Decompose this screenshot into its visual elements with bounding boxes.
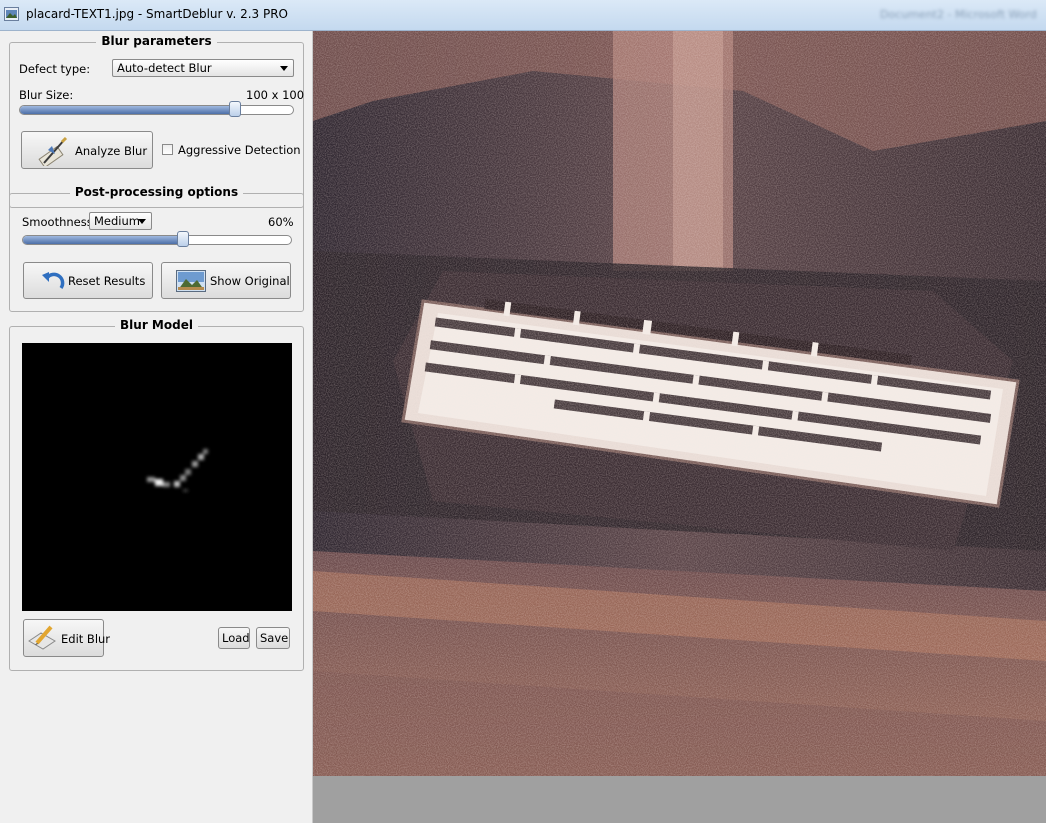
window-title: placard-TEXT1.jpg - SmartDeblur v. 2.3 P… xyxy=(26,7,288,21)
save-label: Save xyxy=(260,631,289,645)
landscape-image-icon xyxy=(176,270,206,292)
aggressive-detection-checkbox[interactable] xyxy=(162,144,173,155)
defect-type-label: Defect type: xyxy=(19,62,91,76)
title-bar: placard-TEXT1.jpg - SmartDeblur v. 2.3 P… xyxy=(0,0,1046,31)
smoothness-percent: 60% xyxy=(268,215,294,229)
undo-arrow-icon xyxy=(42,272,65,290)
blur-size-thumb[interactable] xyxy=(229,101,241,117)
show-original-button[interactable]: Show Original xyxy=(161,262,291,299)
control-panel: Blur parameters Defect type: Auto-detect… xyxy=(0,31,313,823)
app-icon xyxy=(4,7,19,21)
load-label: Load xyxy=(222,631,250,645)
blur-size-value: 100 x 100 xyxy=(246,88,305,102)
post-processing-heading: Post-processing options xyxy=(69,185,244,199)
blur-size-label: Blur Size: xyxy=(19,88,74,102)
image-viewport[interactable] xyxy=(313,31,1046,823)
blur-kernel-image xyxy=(147,449,208,492)
reset-results-button[interactable]: Reset Results xyxy=(23,262,153,299)
load-button[interactable]: Load xyxy=(218,627,250,649)
smoothness-fill xyxy=(23,236,184,244)
defect-type-value: Auto-detect Blur xyxy=(117,61,212,75)
wand-ruler-icon xyxy=(38,136,68,166)
blur-size-track xyxy=(19,105,294,115)
background-window-title: Document2 - Microsoft Word xyxy=(880,8,1037,21)
deblurred-photo xyxy=(313,31,1046,776)
analyze-blur-label: Analyze Blur xyxy=(75,144,148,158)
aggressive-detection-label[interactable]: Aggressive Detection xyxy=(178,143,301,157)
chevron-down-icon xyxy=(280,66,288,71)
chevron-down-icon xyxy=(138,219,146,224)
show-original-label: Show Original xyxy=(210,274,290,288)
defect-type-select[interactable]: Auto-detect Blur xyxy=(112,59,294,77)
pencil-edit-icon xyxy=(28,625,56,650)
smoothness-label: Smoothness: xyxy=(22,215,97,229)
blur-kernel-preview xyxy=(22,343,292,611)
edit-blur-button[interactable]: Edit Blur xyxy=(23,619,110,657)
analyze-blur-button[interactable]: Analyze Blur xyxy=(21,131,153,169)
smoothness-value: Medium xyxy=(94,214,140,228)
reset-results-label: Reset Results xyxy=(68,274,146,288)
smoothness-select[interactable]: Medium xyxy=(89,212,152,230)
smoothness-track xyxy=(22,235,292,245)
save-button[interactable]: Save xyxy=(256,627,290,649)
smoothness-thumb[interactable] xyxy=(177,231,189,247)
edit-blur-label: Edit Blur xyxy=(61,632,111,646)
blur-parameters-heading: Blur parameters xyxy=(96,34,217,48)
smoothness-slider[interactable] xyxy=(22,231,292,247)
blur-size-slider[interactable] xyxy=(19,101,294,117)
blur-size-fill xyxy=(20,106,239,114)
blur-model-heading: Blur Model xyxy=(115,318,198,332)
deblurred-image xyxy=(313,31,1046,776)
